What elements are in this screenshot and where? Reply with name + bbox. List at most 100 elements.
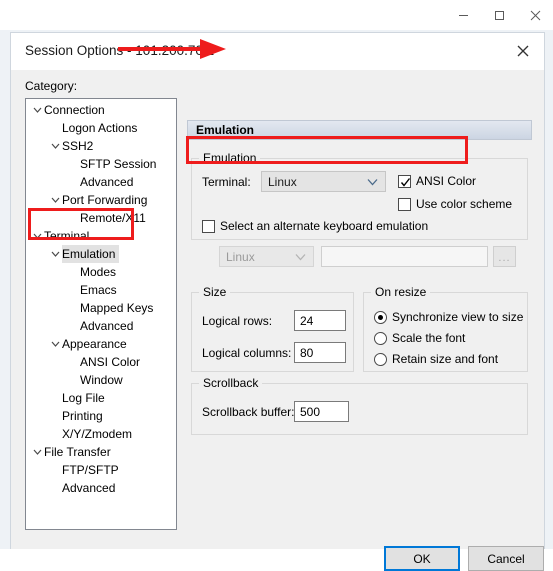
radio-box (374, 310, 387, 324)
session-options-dialog: Session Options - 101.200.70.1 Category:… (10, 32, 545, 571)
terminal-select-value: Linux (268, 174, 297, 189)
emulation-group-legend: Emulation (199, 151, 261, 165)
close-icon[interactable] (517, 0, 553, 30)
chevron-down-icon[interactable] (48, 341, 62, 347)
alternate-keyboard-checkbox[interactable]: Select an alternate keyboard emulation (202, 219, 428, 233)
maximize-icon[interactable] (481, 0, 517, 30)
tree-item-label: Log File (62, 391, 105, 405)
chevron-down-icon[interactable] (48, 143, 62, 149)
tree-item-label: SFTP Session (80, 157, 157, 171)
scrollback-buffer-label: Scrollback buffer: (202, 405, 295, 419)
logical-columns-label: Logical columns: (202, 346, 292, 360)
tree-item-advanced[interactable]: Advanced (26, 479, 176, 497)
panel-header: Emulation (187, 120, 532, 140)
checkbox-box (398, 174, 411, 188)
tree-item-label: X/Y/Zmodem (62, 427, 133, 441)
chevron-down-icon[interactable] (30, 107, 44, 113)
chevron-down-icon[interactable] (48, 251, 62, 257)
tree-item-label: Appearance (62, 337, 127, 351)
minimize-icon[interactable] (445, 0, 481, 30)
logical-rows-value: 24 (300, 313, 314, 328)
radio-box (374, 331, 387, 345)
scrollback-buffer-input[interactable]: 500 (294, 401, 349, 422)
ok-button[interactable]: OK (384, 546, 460, 571)
scrollback-group: Scrollback Scrollback buffer: 500 (191, 376, 528, 435)
tree-item-port-forwarding[interactable]: Port Forwarding (26, 191, 176, 209)
tree-item-label: File Transfer (44, 445, 111, 459)
dialog-titlebar: Session Options - 101.200.70.1 (11, 33, 544, 70)
tree-item-emacs[interactable]: Emacs (26, 281, 176, 299)
ansi-color-checkbox[interactable]: ANSI Color (398, 174, 476, 188)
terminal-label: Terminal: (202, 175, 251, 189)
radio-label: Synchronize view to size (392, 310, 524, 324)
tree-item-ansi-color[interactable]: ANSI Color (26, 353, 176, 371)
tree-item-printing[interactable]: Printing (26, 407, 176, 425)
tree-item-label: Emulation (62, 245, 120, 263)
cancel-button[interactable]: Cancel (468, 546, 544, 571)
checkbox-box (398, 197, 411, 211)
terminal-select[interactable]: Linux (261, 171, 386, 192)
on-resize-group: On resize Synchronize view to size Scale… (363, 285, 528, 372)
size-group-legend: Size (199, 285, 231, 299)
radio-box (374, 352, 387, 366)
radio-label: Retain size and font (392, 352, 499, 366)
tree-item-label: Modes (80, 265, 117, 279)
emulation-panel: Emulation Emulation Terminal: Linux ANSI… (187, 120, 532, 530)
tree-item-x-y-zmodem[interactable]: X/Y/Zmodem (26, 425, 176, 443)
tree-item-advanced[interactable]: Advanced (26, 317, 176, 335)
logical-columns-input[interactable]: 80 (294, 342, 346, 363)
tree-item-log-file[interactable]: Log File (26, 389, 176, 407)
tree-item-emulation[interactable]: Emulation (26, 245, 176, 263)
checkbox-box (202, 219, 215, 233)
use-color-scheme-label: Use color scheme (416, 197, 513, 211)
tree-item-logon-actions[interactable]: Logon Actions (26, 119, 176, 137)
logical-rows-input[interactable]: 24 (294, 310, 346, 331)
radio-retain-size-and-font[interactable]: Retain size and font (374, 352, 498, 366)
alternate-keyboard-label: Select an alternate keyboard emulation (220, 219, 429, 233)
tree-item-label: ANSI Color (80, 355, 141, 369)
tree-item-connection[interactable]: Connection (26, 101, 176, 119)
radio-scale-the-font[interactable]: Scale the font (374, 331, 465, 345)
tree-item-window[interactable]: Window (26, 371, 176, 389)
tree-item-sftp-session[interactable]: SFTP Session (26, 155, 176, 173)
tree-item-label: Logon Actions (62, 121, 138, 135)
tree-item-mapped-keys[interactable]: Mapped Keys (26, 299, 176, 317)
ansi-color-label: ANSI Color (416, 174, 477, 188)
dialog-content: Category: Connection Logon Actions SSH2 SFT… (11, 70, 544, 571)
radio-synchronize-view-to-size[interactable]: Synchronize view to size (374, 310, 523, 324)
host-window: Session Options - 101.200.70.1 Category:… (0, 0, 553, 571)
tree-item-label: FTP/SFTP (62, 463, 119, 477)
use-color-scheme-checkbox[interactable]: Use color scheme (398, 197, 512, 211)
tree-item-ssh2[interactable]: SSH2 (26, 137, 176, 155)
emulation-group: Emulation Terminal: Linux ANSI Color Use… (191, 151, 528, 240)
alternate-keyboard-select: Linux (219, 246, 314, 267)
tree-item-label: Window (80, 373, 123, 387)
tree-item-file-transfer[interactable]: File Transfer (26, 443, 176, 461)
chevron-down-icon[interactable] (30, 449, 44, 455)
scrollback-group-legend: Scrollback (199, 376, 263, 390)
category-label: Category: (25, 79, 78, 93)
dialog-close-icon[interactable] (508, 37, 538, 65)
alternate-keyboard-select-value: Linux (226, 249, 255, 264)
chevron-down-icon[interactable] (48, 197, 62, 203)
tree-item-appearance[interactable]: Appearance (26, 335, 176, 353)
tree-item-label: Advanced (80, 175, 134, 189)
tree-item-label: Terminal (44, 229, 90, 243)
tree-item-ftp-sftp[interactable]: FTP/SFTP (26, 461, 176, 479)
tree-item-label: Port Forwarding (62, 193, 148, 207)
alternate-keyboard-input (321, 246, 488, 267)
tree-item-terminal[interactable]: Terminal (26, 227, 176, 245)
tree-item-advanced[interactable]: Advanced (26, 173, 176, 191)
logical-columns-value: 80 (300, 345, 314, 360)
tree-item-modes[interactable]: Modes (26, 263, 176, 281)
logical-rows-label: Logical rows: (202, 314, 273, 328)
on-resize-group-legend: On resize (371, 285, 431, 299)
category-tree[interactable]: Connection Logon Actions SSH2 SFTP Session A… (25, 98, 177, 530)
chevron-down-icon[interactable] (30, 233, 44, 239)
panel-header-title: Emulation (196, 123, 255, 137)
size-group: Size Logical rows: 24 Logical columns: 8… (191, 285, 354, 372)
tree-item-label: Printing (62, 409, 103, 423)
dialog-title: Session Options - 101.200.70.1 (25, 43, 215, 58)
tree-item-remote-x11[interactable]: Remote/X11 (26, 209, 176, 227)
tree-item-label: Emacs (80, 283, 117, 297)
